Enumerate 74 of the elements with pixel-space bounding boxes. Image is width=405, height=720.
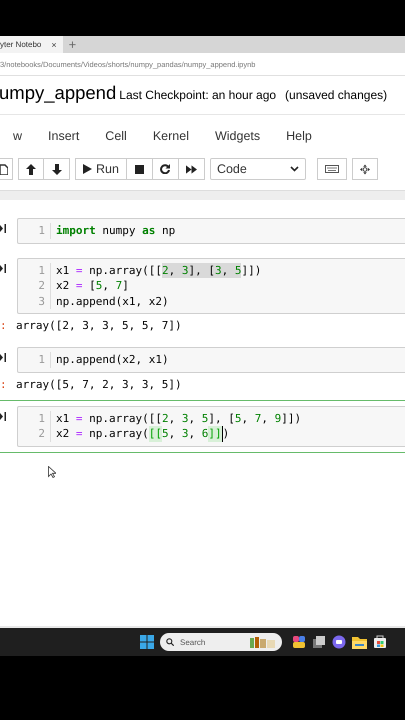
- code-editor[interactable]: 1 import numpy as np: [17, 218, 405, 244]
- line-number: 3: [37, 294, 45, 309]
- crosshair-icon: [360, 164, 370, 174]
- checkpoint-text: Last Checkpoint: an hour ago: [119, 88, 276, 102]
- code-cell[interactable]: 1 import numpy as np: [0, 212, 405, 250]
- menu-item[interactable]: Kernel: [140, 129, 202, 143]
- run-cell-icon[interactable]: [0, 412, 6, 420]
- restart-button[interactable]: [152, 158, 179, 180]
- output-text: array([5, 7, 2, 3, 3, 5]): [16, 376, 182, 392]
- run-cell-icon[interactable]: [0, 353, 6, 362]
- windows-logo-icon[interactable]: [140, 635, 154, 649]
- stop-icon: [134, 164, 144, 174]
- code-line: x1 = np.array([[2, 3, 5], [5, 7, 9]]): [56, 410, 302, 426]
- menu-item[interactable]: Cell: [92, 129, 140, 143]
- code-line: import numpy as np: [56, 223, 176, 238]
- down-arrow-icon: [52, 164, 62, 174]
- search-placeholder: Search: [180, 638, 206, 646]
- code-line: x1 = np.array([[2, 3], [3, 5]]): [56, 262, 262, 278]
- chevron-down-icon: [290, 166, 299, 172]
- browser-tab[interactable]: yter Notebo ×: [0, 36, 63, 53]
- paste-button[interactable]: [0, 158, 13, 180]
- output-prompt: :: [0, 318, 8, 333]
- clipboard-icon: [0, 164, 8, 174]
- taskbar-search-field[interactable]: Search: [160, 633, 282, 651]
- line-number: 1: [37, 410, 45, 426]
- stop-button[interactable]: [126, 158, 153, 180]
- code-line: np.append(x1, x2): [56, 294, 170, 309]
- code-line: np.append(x2, x1): [56, 352, 169, 368]
- chat-bubble-icon[interactable]: [332, 635, 346, 649]
- windows-stack-icon[interactable]: [312, 635, 326, 649]
- app-tile-icon[interactable]: [292, 635, 306, 649]
- keyboard-button[interactable]: [316, 158, 347, 180]
- line-number: 2: [37, 426, 45, 442]
- line-number: 1: [37, 262, 45, 278]
- cell-type-select[interactable]: Code: [210, 158, 306, 180]
- restart-icon: [160, 164, 170, 174]
- move-up-button[interactable]: [18, 158, 44, 180]
- new-tab-button[interactable]: +: [68, 38, 76, 51]
- code-editor[interactable]: 1 np.append(x2, x1): [17, 347, 405, 372]
- run-button[interactable]: Run: [75, 158, 127, 180]
- code-editor[interactable]: 1 2 x1 = np.array([[2, 3, 5], [5, 7, 9]]) x2 = np.array([[5, 3, 6]]): [17, 406, 405, 446]
- line-number: 2: [37, 278, 45, 294]
- up-arrow-icon: [26, 164, 36, 174]
- store-bag-icon[interactable]: [373, 635, 387, 649]
- code-editor[interactable]: 1 2 3 x1 = np.array([[2, 3], [3, 5]]) x2 = [5, 7] np.append(x1, x2): [17, 258, 405, 314]
- line-number: 1: [37, 223, 45, 238]
- tab-title: yter Notebo: [0, 40, 42, 49]
- keyboard-icon: [324, 165, 339, 173]
- output-prompt: :: [0, 376, 8, 392]
- mouse-pointer-icon: [48, 466, 56, 478]
- output-text: array([2, 3, 3, 5, 5, 7]): [16, 318, 182, 333]
- unsaved-status: (unsaved changes): [285, 88, 388, 102]
- line-number: 1: [37, 352, 45, 368]
- fast-forward-icon: [186, 164, 197, 174]
- move-down-button[interactable]: [44, 158, 70, 180]
- search-icon: [166, 638, 174, 646]
- menu-item[interactable]: Widgets: [202, 129, 274, 143]
- code-cell[interactable]: 1 2 3 x1 = np.array([[2, 3], [3, 5]]) x2 = [5, 7] np.append(x1, x2) : array([2, 3, 3, 5, 5, 7]): [0, 252, 405, 339]
- code-cell[interactable]: 1 np.append(x2, x1) : array([5, 7, 2, 3, 3, 5]): [0, 341, 405, 398]
- books-icon: [250, 636, 276, 648]
- run-cell-icon[interactable]: [0, 264, 6, 272]
- folder-icon[interactable]: [352, 636, 367, 648]
- menu-item[interactable]: Help: [273, 129, 325, 143]
- code-line: x2 = [5, 7]: [56, 278, 130, 294]
- menu-item[interactable]: w: [0, 129, 36, 143]
- code-cell[interactable]: 1 2 x1 = np.array([[2, 3, 5], [5, 7, 9]]) x2 = np.array([[5, 3, 6]]): [0, 400, 405, 452]
- close-tab-button[interactable]: ×: [51, 40, 57, 50]
- fast-forward-button[interactable]: [178, 158, 205, 180]
- notebook-title[interactable]: umpy_append: [0, 82, 116, 104]
- move-cursor-button[interactable]: [352, 158, 378, 180]
- play-icon: [83, 164, 92, 174]
- run-cell-icon[interactable]: [0, 224, 6, 233]
- code-line: x2 = np.array([[5, 3, 6]]): [56, 426, 230, 442]
- menu-item[interactable]: Insert: [35, 129, 92, 143]
